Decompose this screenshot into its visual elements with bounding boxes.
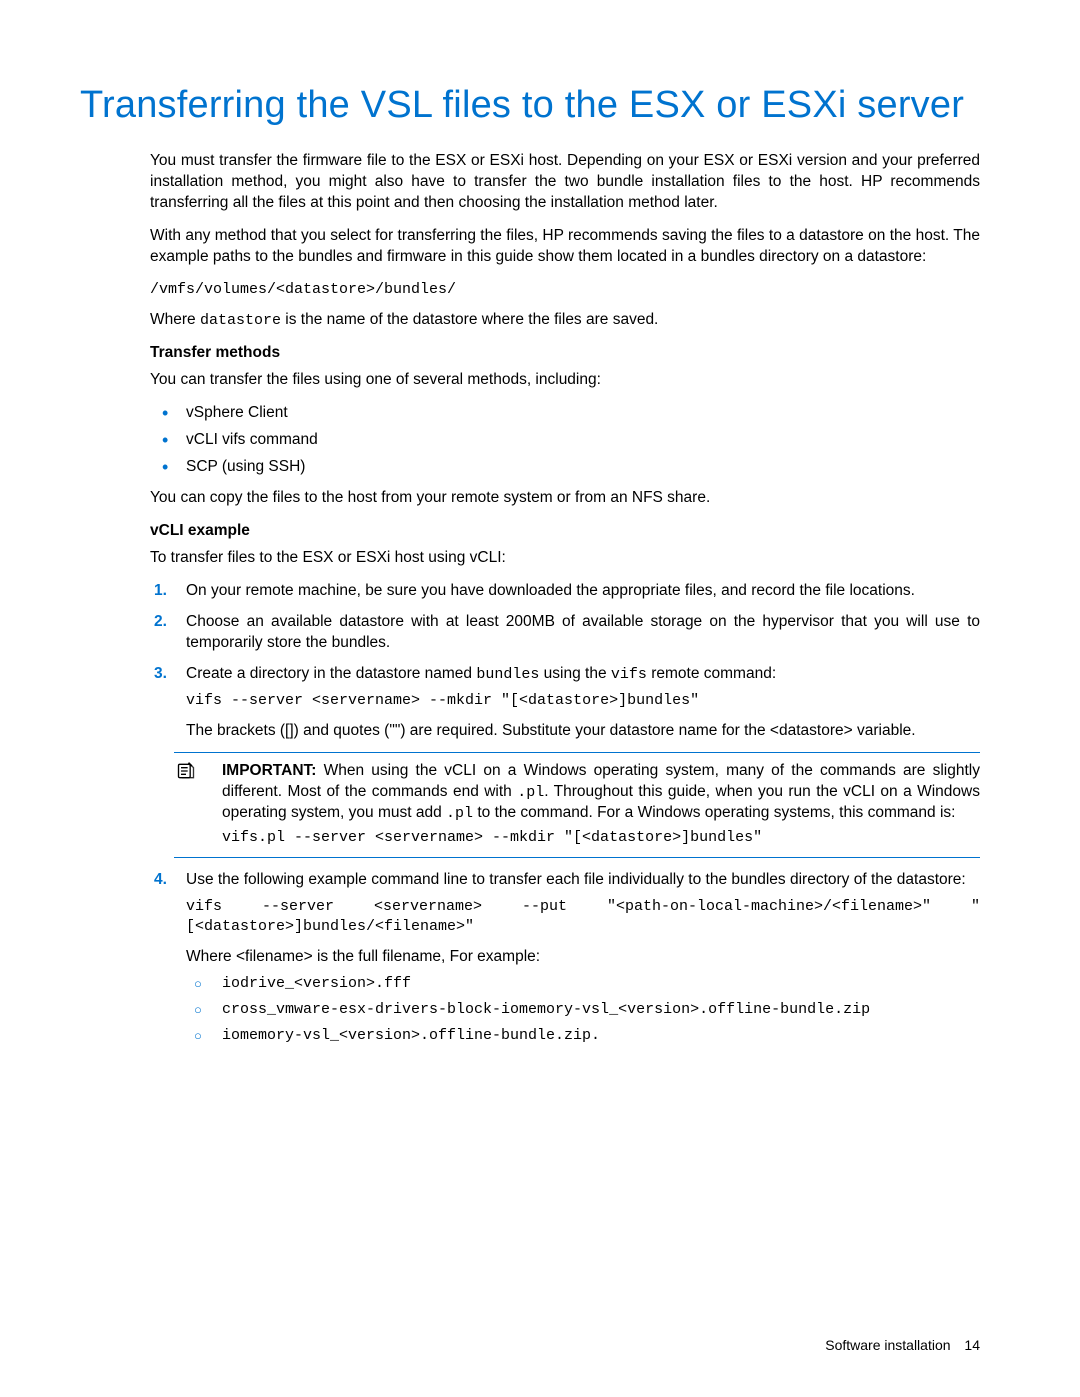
list-item: iomemory-vsl_<version>.offline-bundle.zi… [186, 1026, 980, 1046]
list-item: Create a directory in the datastore name… [150, 664, 980, 858]
subheading-vcli-example: vCLI example [150, 521, 980, 542]
text: using the [539, 665, 611, 682]
step-text: Choose an available datastore with at le… [186, 612, 980, 654]
step-text: Create a directory in the datastore name… [186, 664, 980, 685]
important-callout: IMPORTANT: When using the vCLI on a Wind… [174, 752, 980, 858]
paragraph: You can transfer the files using one of … [150, 370, 980, 391]
list-item: Use the following example command line t… [150, 870, 980, 1047]
code-inline: datastore [200, 312, 281, 329]
code-inline: .pl [446, 805, 473, 822]
code-inline: vifs [611, 666, 647, 683]
list-item: vCLI vifs command [150, 430, 980, 451]
code-command: vifs.pl --server <servername> --mkdir "[… [222, 828, 980, 848]
page-title: Transferring the VSL files to the ESX or… [80, 80, 980, 131]
text: Where [150, 311, 200, 328]
page: Transferring the VSL files to the ESX or… [0, 0, 1080, 1397]
paragraph: To transfer files to the ESX or ESXi hos… [150, 548, 980, 569]
text: is the name of the datastore where the f… [281, 311, 658, 328]
text: Create a directory in the datastore name… [186, 665, 476, 682]
paragraph: Where datastore is the name of the datas… [150, 310, 980, 331]
paragraph: With any method that you select for tran… [150, 226, 980, 268]
page-footer: Software installation 14 [825, 1336, 980, 1355]
code-inline: bundles [476, 666, 539, 683]
paragraph: You must transfer the firmware file to t… [150, 151, 980, 214]
list-item: cross_vmware-esx-drivers-block-iomemory-… [186, 1000, 980, 1020]
page-number: 14 [964, 1337, 980, 1353]
step-text: Where <filename> is the full filename, F… [186, 947, 980, 968]
list-item: On your remote machine, be sure you have… [150, 581, 980, 602]
important-label: IMPORTANT: [222, 762, 316, 779]
code-command: vifs --server <servername> --put "<path-… [186, 897, 980, 938]
step-text: Use the following example command line t… [186, 870, 980, 891]
list-item: vSphere Client [150, 403, 980, 424]
step-text: The brackets ([]) and quotes ("") are re… [186, 721, 980, 742]
body: You must transfer the firmware file to t… [150, 151, 980, 1046]
paragraph: You can copy the files to the host from … [150, 488, 980, 509]
list-item: Choose an available datastore with at le… [150, 612, 980, 654]
code-path: /vmfs/volumes/<datastore>/bundles/ [150, 280, 980, 300]
bullet-list: vSphere Client vCLI vifs command SCP (us… [150, 403, 980, 478]
footer-text: Software installation [825, 1337, 950, 1353]
code-inline: .pl [517, 784, 544, 801]
step-text: On your remote machine, be sure you have… [186, 581, 980, 602]
list-item: SCP (using SSH) [150, 457, 980, 478]
subheading-transfer-methods: Transfer methods [150, 343, 980, 364]
important-icon [176, 761, 196, 781]
list-item: iodrive_<version>.fff [186, 974, 980, 994]
file-list: iodrive_<version>.fff cross_vmware-esx-d… [186, 974, 980, 1047]
text: to the command. For a Windows operating … [473, 804, 955, 821]
code-command: vifs --server <servername> --mkdir "[<da… [186, 691, 980, 711]
text: remote command: [647, 665, 776, 682]
numbered-list: On your remote machine, be sure you have… [150, 581, 980, 1047]
